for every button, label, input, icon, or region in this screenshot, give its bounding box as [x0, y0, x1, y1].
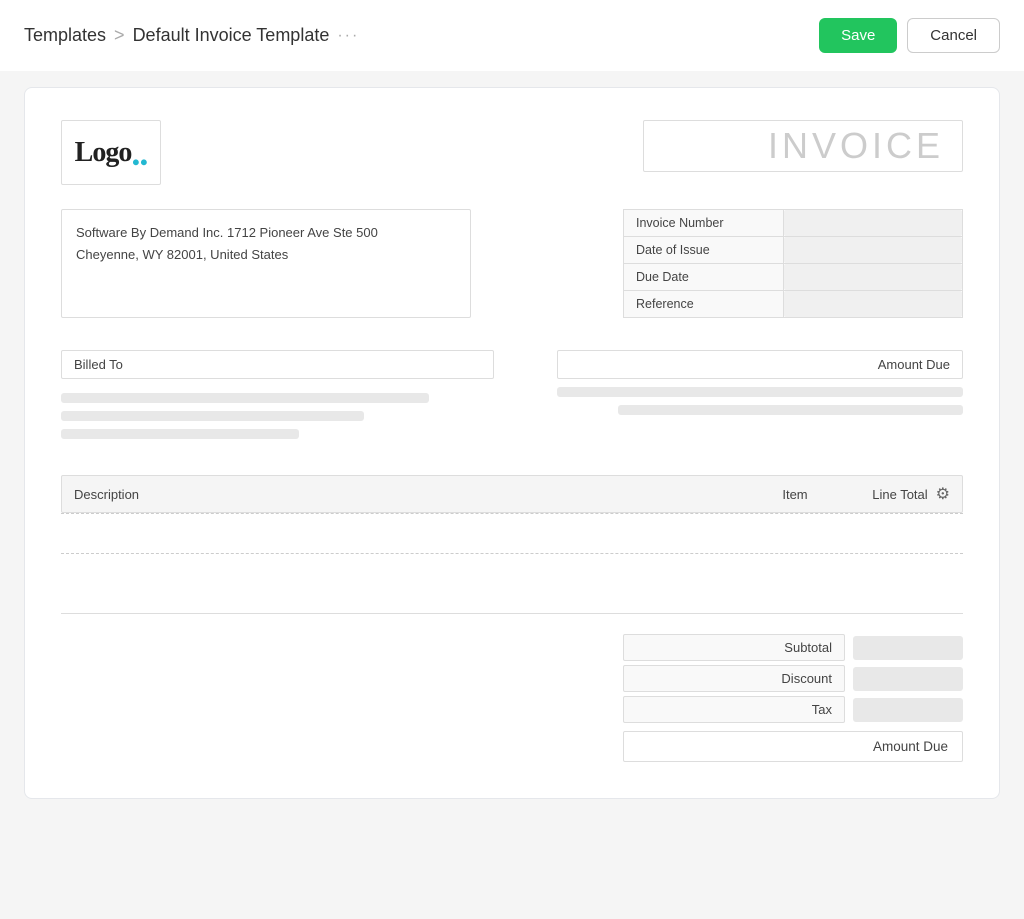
- billed-amount-row: Billed To Amount Due: [61, 350, 963, 447]
- col-line-total-header: Line Total ⚙: [840, 484, 950, 504]
- meta-row-reference: Reference: [623, 290, 963, 318]
- address-box[interactable]: Software By Demand Inc. 1712 Pioneer Ave…: [61, 209, 471, 318]
- address-line1: Software By Demand Inc. 1712 Pioneer Ave…: [76, 222, 456, 244]
- items-table-header: Description Item Line Total ⚙: [61, 475, 963, 513]
- meta-table: Invoice Number Date of Issue Due Date Re…: [623, 209, 963, 318]
- top-bar: Templates > Default Invoice Template ···…: [0, 0, 1024, 71]
- amount-due-placeholder-1: [557, 387, 963, 397]
- cancel-button[interactable]: Cancel: [907, 18, 1000, 53]
- invoice-card: Logo. INVOICE Software By Demand Inc. 17…: [24, 87, 1000, 799]
- placeholder-line-2: [61, 411, 364, 421]
- subtotal-value: [853, 636, 963, 660]
- meta-label-due-date: Due Date: [624, 264, 784, 290]
- breadcrumb-current: Default Invoice Template: [133, 25, 330, 46]
- total-amount-due-row: Amount Due: [623, 731, 963, 762]
- table-bottom-divider: [61, 613, 963, 614]
- invoice-meta-row: Software By Demand Inc. 1712 Pioneer Ave…: [61, 209, 963, 318]
- tax-row: Tax: [623, 696, 963, 723]
- breadcrumb: Templates > Default Invoice Template ···: [24, 25, 359, 46]
- total-amount-due-label: Amount Due: [623, 731, 963, 762]
- meta-row-due-date: Due Date: [623, 263, 963, 290]
- meta-value-date-of-issue[interactable]: [784, 237, 962, 263]
- discount-label: Discount: [623, 665, 845, 692]
- meta-value-due-date[interactable]: [784, 264, 962, 290]
- top-actions: Save Cancel: [819, 18, 1000, 53]
- meta-row-invoice-number: Invoice Number: [623, 209, 963, 236]
- placeholder-line-3: [61, 429, 299, 439]
- logo-image: Logo.: [75, 137, 148, 169]
- amount-due-header-label[interactable]: Amount Due: [557, 350, 963, 379]
- breadcrumb-separator: >: [114, 25, 125, 46]
- billed-to-label[interactable]: Billed To: [61, 350, 494, 379]
- subtotal-row: Subtotal: [623, 634, 963, 661]
- billed-to-placeholder: [61, 393, 494, 439]
- table-row-1: [61, 513, 963, 553]
- breadcrumb-parent[interactable]: Templates: [24, 25, 106, 46]
- amount-due-section: Amount Due: [557, 350, 963, 447]
- col-description-header: Description: [74, 487, 750, 502]
- items-table: Description Item Line Total ⚙: [61, 475, 963, 593]
- invoice-title-box: INVOICE: [643, 120, 963, 172]
- meta-value-reference[interactable]: [784, 291, 962, 317]
- table-row-2: [61, 553, 963, 593]
- totals-table: Subtotal Discount Tax Amount Due: [623, 634, 963, 762]
- meta-label-date-of-issue: Date of Issue: [624, 237, 784, 263]
- logo-box[interactable]: Logo.: [61, 120, 161, 185]
- subtotal-label: Subtotal: [623, 634, 845, 661]
- tax-value: [853, 698, 963, 722]
- settings-icon[interactable]: ⚙: [936, 484, 950, 504]
- address-line2: Cheyenne, WY 82001, United States: [76, 244, 456, 266]
- invoice-header: Logo. INVOICE: [61, 120, 963, 185]
- discount-row: Discount: [623, 665, 963, 692]
- save-button[interactable]: Save: [819, 18, 897, 53]
- meta-row-date-of-issue: Date of Issue: [623, 236, 963, 263]
- meta-label-invoice-number: Invoice Number: [624, 210, 784, 236]
- billed-to-section: Billed To: [61, 350, 494, 447]
- placeholder-line-1: [61, 393, 429, 403]
- breadcrumb-ellipsis[interactable]: ···: [337, 27, 359, 45]
- meta-label-reference: Reference: [624, 291, 784, 317]
- invoice-title: INVOICE: [768, 125, 944, 167]
- line-total-label: Line Total: [872, 487, 927, 502]
- discount-value: [853, 667, 963, 691]
- col-item-header: Item: [750, 487, 840, 502]
- totals-section: Subtotal Discount Tax Amount Due: [61, 634, 963, 762]
- tax-label: Tax: [623, 696, 845, 723]
- meta-value-invoice-number[interactable]: [784, 210, 962, 236]
- amount-due-placeholder-2: [618, 405, 963, 415]
